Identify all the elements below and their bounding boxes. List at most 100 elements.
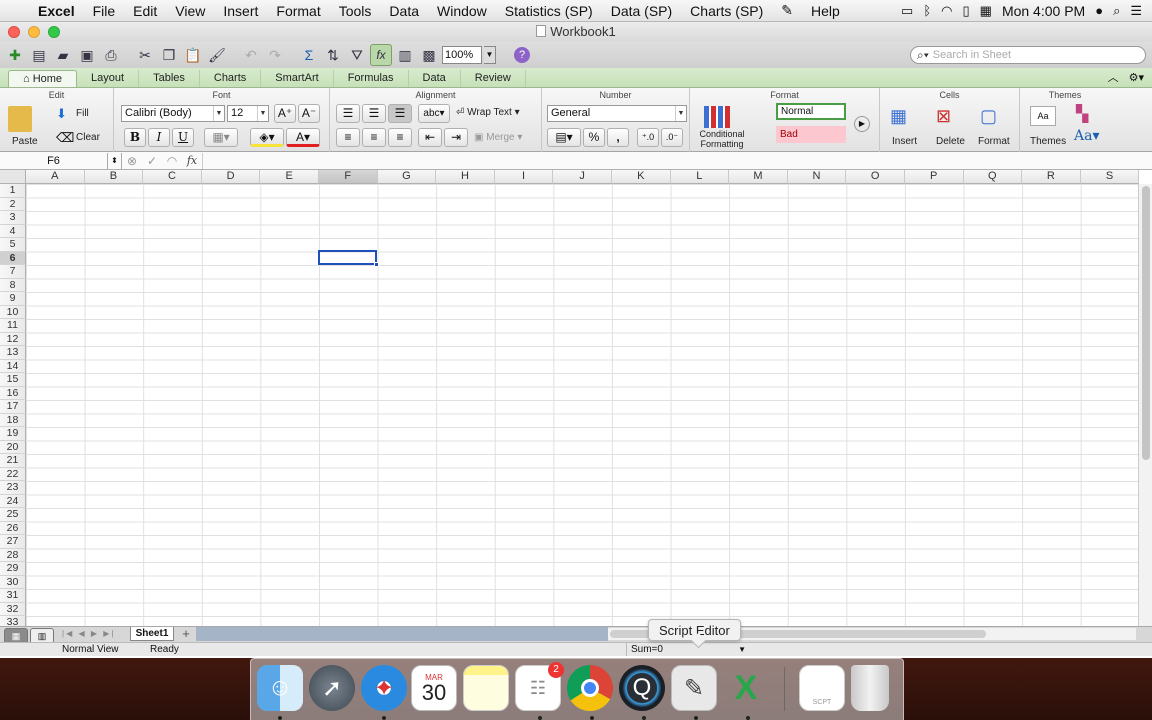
conditional-formatting-icon[interactable] [704,106,730,128]
sheet-tab[interactable]: Sheet1 [130,627,174,641]
row-header-17[interactable]: 17 [0,400,26,414]
menu-data[interactable]: Data [380,3,428,19]
borders-button[interactable]: ▦▾ [204,128,238,147]
script-menu-icon[interactable]: ✎ [772,2,802,19]
vertical-scroll-thumb[interactable] [1142,186,1150,460]
row-header-31[interactable]: 31 [0,589,26,603]
save-icon[interactable]: ▣ [76,44,98,66]
column-header-j[interactable]: J [553,170,612,184]
align-center-button[interactable]: ≡ [362,128,386,147]
bluetooth-icon[interactable]: ᛒ [923,3,931,18]
tab-review[interactable]: Review [461,70,526,87]
menu-file[interactable]: File [84,3,125,19]
format-cells-icon[interactable]: ▢ [980,106,997,127]
gallery-icon[interactable]: ▥ [394,44,416,66]
align-left-button[interactable]: ≡ [336,128,360,147]
excel-icon[interactable]: X [723,665,769,711]
formula-input[interactable] [202,152,1152,169]
tab-smartart[interactable]: SmartArt [261,70,334,87]
column-header-q[interactable]: Q [963,170,1023,184]
theme-fonts-icon[interactable]: Aa▾ [1074,128,1100,144]
row-header-8[interactable]: 8 [0,278,26,292]
safari-icon[interactable]: ✦ [361,665,407,711]
align-middle-button[interactable]: ☰ [362,104,386,123]
insert-cells-button[interactable]: Insert [892,136,917,147]
align-top-button[interactable]: ☰ [336,104,360,123]
font-size-select[interactable]: 12 ▼ [227,105,269,122]
row-header-28[interactable]: 28 [0,548,26,562]
undo-icon[interactable]: ↶ [240,44,262,66]
row-header-27[interactable]: 27 [0,535,26,549]
text-orientation-button[interactable]: abc▾ [418,104,450,123]
row-header-26[interactable]: 26 [0,521,26,535]
fill-button[interactable]: Fill [76,108,89,119]
cancel-entry-icon[interactable]: ⊗ [122,154,142,168]
autosum-icon[interactable]: Σ [298,44,320,66]
name-box[interactable]: F6 [0,152,108,169]
fill-color-button[interactable]: ◈▾ [250,128,284,147]
status-sum-dropdown[interactable]: Sum=0 ▼ [626,643,750,656]
collapse-ribbon-icon[interactable]: ︿ [1108,70,1119,87]
sort-icon[interactable]: ⇅ [322,44,344,66]
row-header-29[interactable]: 29 [0,562,26,576]
insert-function-icon[interactable]: fx [182,154,202,167]
row-header-25[interactable]: 25 [0,508,26,522]
column-header-a[interactable]: A [26,170,85,184]
row-header-12[interactable]: 12 [0,332,26,346]
row-header-13[interactable]: 13 [0,346,26,360]
flag-icon[interactable]: ▦ [980,3,992,19]
row-header-15[interactable]: 15 [0,373,26,387]
theme-colors-icon[interactable]: ▚ [1076,104,1088,124]
increase-indent-button[interactable]: ⇥ [444,128,468,147]
row-header-10[interactable]: 10 [0,305,26,319]
menu-statistics-sp[interactable]: Statistics (SP) [496,3,602,19]
column-header-e[interactable]: E [260,170,319,184]
clear-button[interactable]: Clear [76,132,100,143]
underline-button[interactable]: U [172,128,194,147]
column-header-r[interactable]: R [1022,170,1081,184]
menu-data-sp[interactable]: Data (SP) [602,3,681,19]
column-header-b[interactable]: B [84,170,144,184]
name-box-stepper-icon[interactable]: ⬍ [108,152,122,169]
bold-button[interactable]: B [124,128,146,147]
font-name-select[interactable]: Calibri (Body) ▼ [121,105,225,122]
formula-builder-icon[interactable]: fx [370,44,392,66]
increase-font-size-button[interactable]: A⁺ [274,104,296,123]
chrome-icon[interactable] [567,665,613,711]
battery-icon[interactable]: ▯ [962,3,969,19]
ribbon-settings-icon[interactable]: ⚙▾ [1129,70,1144,87]
increase-decimal-button[interactable]: ⁺.0 [637,128,659,147]
number-format-select[interactable]: General ▼ [547,105,687,122]
wrap-text-button[interactable]: ⏎ Wrap Text ▾ [456,107,520,118]
column-header-i[interactable]: I [494,170,554,184]
calendar-icon[interactable]: MAR 30 [411,665,457,711]
script-editor-icon[interactable]: ✎ [671,665,717,711]
row-header-20[interactable]: 20 [0,440,26,454]
confirm-entry-icon[interactable]: ✓ [142,154,162,168]
row-header-14[interactable]: 14 [0,359,26,373]
format-cells-button[interactable]: Format [978,136,1010,147]
currency-format-button[interactable]: ▤▾ [547,128,581,147]
insert-cells-icon[interactable]: ▦ [890,106,907,127]
row-header-22[interactable]: 22 [0,467,26,481]
column-header-h[interactable]: H [436,170,495,184]
menu-insert[interactable]: Insert [214,3,267,19]
menu-help[interactable]: Help [802,3,849,19]
notification-center-icon[interactable]: ☰ [1130,3,1142,19]
decrease-decimal-button[interactable]: .0⁻ [661,128,683,147]
column-header-s[interactable]: S [1080,170,1140,184]
filter-icon[interactable]: ⛛ [346,44,368,66]
row-header-3[interactable]: 3 [0,211,26,225]
row-header-30[interactable]: 30 [0,575,26,589]
selected-cell-f6[interactable] [318,250,379,267]
copy-icon[interactable]: ❐ [158,44,180,66]
row-header-7[interactable]: 7 [0,265,26,279]
row-header-23[interactable]: 23 [0,481,26,495]
column-header-p[interactable]: P [904,170,964,184]
column-header-n[interactable]: N [787,170,847,184]
paste-clipboard-icon[interactable] [8,106,32,132]
finder-icon[interactable]: ☺ [257,665,303,711]
align-bottom-button[interactable]: ☰ [388,104,412,123]
column-header-o[interactable]: O [846,170,905,184]
column-header-m[interactable]: M [729,170,788,184]
